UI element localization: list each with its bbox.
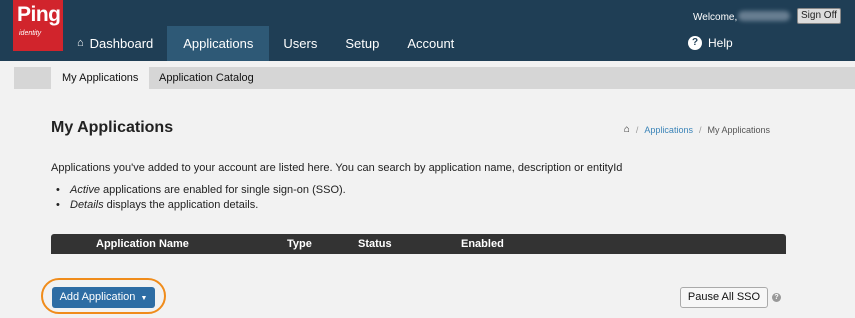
nav-applications-label: Applications — [183, 36, 254, 51]
breadcrumb-applications-link[interactable]: Applications — [644, 125, 693, 135]
help-label: Help — [708, 36, 733, 50]
ping-identity-logo[interactable]: Ping identity — [13, 0, 63, 51]
tab-application-catalog[interactable]: Application Catalog — [159, 67, 254, 89]
logo-subtext: identity — [19, 30, 42, 37]
intro-text: Applications you've added to your accoun… — [51, 162, 623, 174]
nav-setup-label: Setup — [345, 36, 380, 51]
column-header-status[interactable]: Status — [358, 234, 392, 254]
main-nav: ⌂ Dashboard Applications Users Setup Acc… — [63, 26, 468, 61]
breadcrumb-separator: / — [635, 124, 639, 135]
column-header-enabled[interactable]: Enabled — [461, 234, 504, 254]
add-application-label: Add Application — [59, 291, 136, 303]
welcome-text: Welcome, — [693, 12, 738, 23]
info-bullet-list: • Active applications are enabled for si… — [51, 183, 346, 213]
sub-navigation-bar: My Applications Application Catalog — [14, 67, 855, 89]
breadcrumb: ⌂ / Applications / My Applications — [624, 124, 770, 135]
logo-text: Ping — [17, 3, 61, 26]
bullet-term: Active — [70, 184, 100, 196]
nav-users[interactable]: Users — [269, 26, 331, 61]
sign-off-button[interactable]: Sign Off — [797, 8, 841, 24]
breadcrumb-home-icon[interactable]: ⌂ — [624, 124, 630, 135]
nav-account-label: Account — [407, 36, 455, 51]
nav-account[interactable]: Account — [393, 26, 468, 61]
nav-dashboard[interactable]: ⌂ Dashboard — [63, 26, 167, 61]
applications-table-header: Application Name Type Status Enabled — [51, 234, 786, 254]
add-application-button[interactable]: Add Application ▼ — [52, 287, 155, 308]
help-link[interactable]: ? Help — [688, 36, 733, 50]
caret-down-icon: ▼ — [140, 295, 148, 302]
question-icon[interactable]: ? — [772, 293, 781, 302]
nav-applications[interactable]: Applications — [167, 26, 270, 61]
tab-my-applications[interactable]: My Applications — [51, 67, 150, 89]
bullet-dot: • — [56, 184, 60, 196]
nav-users-label: Users — [283, 36, 318, 51]
home-icon: ⌂ — [77, 37, 84, 49]
breadcrumb-separator: / — [698, 124, 702, 135]
pause-all-sso-button[interactable]: Pause All SSO — [680, 287, 768, 308]
list-item: • Active applications are enabled for si… — [51, 183, 346, 198]
column-header-application-name[interactable]: Application Name — [96, 234, 189, 254]
bullet-text: applications are enabled for single sign… — [102, 184, 346, 196]
page-title: My Applications — [51, 119, 174, 136]
bullet-term: Details — [70, 199, 104, 211]
help-icon: ? — [688, 36, 702, 50]
nav-dashboard-label: Dashboard — [89, 36, 154, 51]
list-item: • Details displays the application detai… — [51, 198, 346, 213]
blurred-username — [738, 11, 790, 21]
nav-setup[interactable]: Setup — [331, 26, 393, 61]
bullet-text: displays the application details. — [106, 199, 259, 211]
bullet-dot: • — [56, 199, 60, 211]
breadcrumb-current: My Applications — [707, 124, 770, 135]
column-header-type[interactable]: Type — [287, 234, 312, 254]
top-navigation-bar: Ping identity Welcome, Sign Off ⌂ Dashbo… — [0, 0, 855, 61]
